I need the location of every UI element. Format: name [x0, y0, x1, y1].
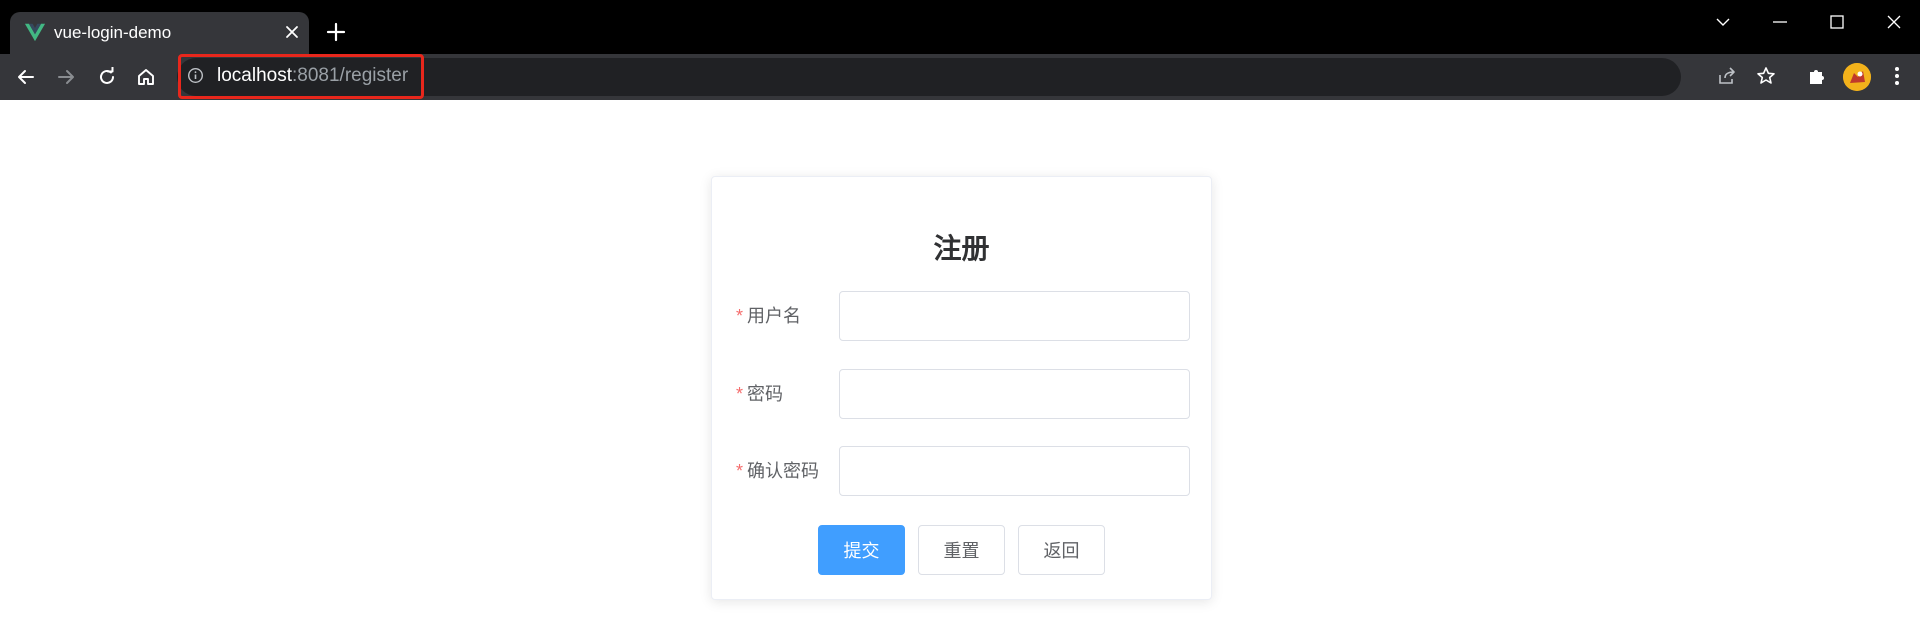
confirm-password-row: * 确认密码	[736, 446, 1190, 496]
home-button[interactable]	[131, 62, 161, 92]
puzzle-icon	[1810, 70, 1824, 84]
password-row: * 密码	[736, 369, 1190, 419]
close-icon[interactable]	[282, 22, 302, 42]
browser-title-bar: vue-login-demo	[0, 0, 1920, 54]
username-label-text: 用户名	[747, 306, 802, 326]
minimize-button[interactable]	[1760, 8, 1800, 36]
back-button[interactable]: 返回	[1018, 525, 1105, 575]
required-mark: *	[736, 306, 744, 326]
password-input[interactable]	[839, 369, 1190, 419]
vue-logo-icon	[24, 23, 46, 42]
kebab-menu-icon	[1895, 67, 1899, 85]
username-input[interactable]	[839, 291, 1190, 341]
bookmark-button[interactable]	[1752, 62, 1780, 90]
extensions-button[interactable]	[1803, 62, 1831, 90]
forward-button[interactable]	[51, 62, 81, 92]
chevron-down-icon	[1716, 18, 1730, 26]
reset-button[interactable]: 重置	[918, 525, 1005, 575]
maximize-button[interactable]	[1817, 8, 1857, 36]
tab-title: vue-login-demo	[54, 23, 172, 42]
share-icon	[1719, 67, 1735, 84]
url-host: localhost	[217, 65, 292, 86]
reload-icon	[100, 67, 114, 84]
arrow-left-icon	[18, 70, 34, 84]
close-icon	[1887, 15, 1901, 29]
profile-avatar[interactable]	[1843, 63, 1871, 91]
page-title: 注册	[933, 233, 990, 264]
share-button[interactable]	[1713, 62, 1741, 90]
close-window-button[interactable]	[1874, 8, 1914, 36]
reload-button[interactable]	[92, 62, 122, 92]
info-icon[interactable]	[187, 67, 204, 84]
avatar-icon	[1843, 63, 1871, 91]
maximize-icon	[1830, 15, 1844, 29]
arrow-right-icon	[58, 70, 74, 84]
browser-tab[interactable]: vue-login-demo	[10, 12, 309, 54]
url-text[interactable]: localhost:8081/register	[217, 64, 408, 88]
minimize-icon	[1773, 21, 1787, 23]
confirm-password-label-text: 确认密码	[747, 461, 820, 481]
confirm-password-input[interactable]	[839, 446, 1190, 496]
username-label: * 用户名	[736, 291, 801, 341]
username-row: * 用户名	[736, 291, 1190, 341]
home-icon	[138, 69, 154, 85]
confirm-password-label: * 确认密码	[736, 446, 819, 496]
register-card: 注册 * 用户名 * 密码 * 确认密码 提交 重置 返回	[711, 176, 1212, 600]
browser-menu-button[interactable]	[1883, 62, 1911, 90]
password-label-text: 密码	[747, 384, 784, 404]
required-mark: *	[736, 461, 744, 481]
password-label: * 密码	[736, 369, 783, 419]
back-button[interactable]	[11, 62, 41, 92]
required-mark: *	[736, 384, 744, 404]
tab-search-button[interactable]	[1703, 8, 1743, 36]
submit-button[interactable]: 提交	[818, 525, 905, 575]
plus-icon[interactable]	[325, 21, 347, 43]
star-icon	[1757, 67, 1775, 84]
url-path: :8081/register	[292, 65, 409, 86]
